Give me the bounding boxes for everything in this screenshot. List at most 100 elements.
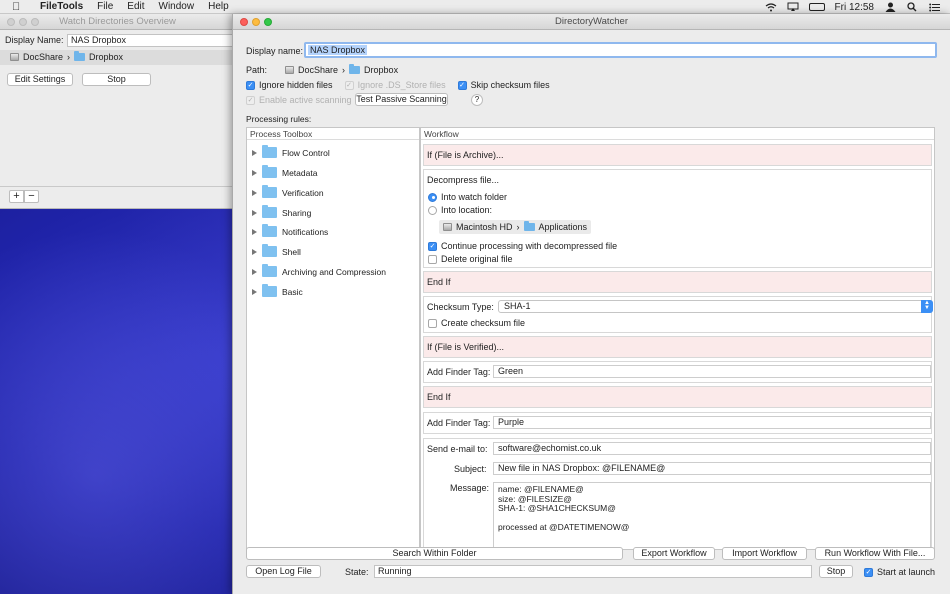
- overview-divider: [0, 186, 236, 187]
- add-finder-tag-label: Add Finder Tag:: [427, 418, 491, 428]
- continue-processing-checkbox[interactable]: ✓: [428, 241, 437, 251]
- workflow-end-if-1[interactable]: End If: [423, 271, 932, 293]
- path-disk[interactable]: DocShare: [298, 65, 338, 75]
- ignore-ds-store-label: Ignore .DS_Store files: [357, 80, 446, 90]
- watcher-zoom-button[interactable]: [264, 17, 272, 26]
- ignore-ds-store-checkbox: ✓: [344, 80, 354, 90]
- workflow-end-if-2[interactable]: End If: [423, 386, 932, 408]
- finder-tag-field-purple[interactable]: Purple: [493, 416, 931, 429]
- disclosure-triangle-icon[interactable]: [252, 189, 257, 196]
- search-within-folder-button[interactable]: Search Within Folder: [246, 547, 623, 560]
- overview-display-name-label: Display Name:: [5, 35, 64, 45]
- folder-icon: [262, 224, 277, 237]
- menu-app-name[interactable]: FileTools: [40, 1, 83, 12]
- disclosure-triangle-icon[interactable]: [252, 209, 257, 216]
- user-icon[interactable]: [884, 2, 896, 12]
- edit-settings-button[interactable]: Edit Settings: [7, 73, 73, 86]
- workflow-add-tag-purple[interactable]: Add Finder Tag: Purple: [423, 412, 932, 434]
- disclosure-triangle-icon[interactable]: [252, 248, 257, 255]
- start-at-launch-checkbox[interactable]: ✓: [864, 567, 873, 577]
- delete-original-checkbox[interactable]: [428, 254, 437, 264]
- toolbox-item-archiving[interactable]: Archiving and Compression: [252, 264, 386, 277]
- overview-minimize-button[interactable]: [19, 17, 27, 26]
- decompress-label: Decompress file...: [427, 175, 500, 185]
- watcher-minimize-button[interactable]: [252, 17, 260, 26]
- finder-tag-field-green[interactable]: Green: [493, 365, 931, 378]
- path-folder[interactable]: Dropbox: [364, 65, 398, 75]
- workflow-send-email[interactable]: Send e-mail to: software@echomist.co.uk …: [423, 438, 932, 549]
- into-location-radio[interactable]: [428, 205, 437, 215]
- watcher-stop-button[interactable]: Stop: [819, 565, 853, 578]
- overview-watch-row[interactable]: DocShare › Dropbox: [0, 50, 236, 65]
- export-workflow-button[interactable]: Export Workflow: [633, 547, 715, 560]
- disclosure-triangle-icon[interactable]: [252, 228, 257, 235]
- wifi-icon[interactable]: [765, 2, 777, 12]
- overview-zoom-button[interactable]: [31, 17, 39, 26]
- checksum-type-select[interactable]: SHA-1 ▲ ▼: [498, 300, 933, 313]
- airplay-icon[interactable]: [787, 2, 799, 12]
- state-label: State:: [345, 567, 369, 577]
- disclosure-triangle-icon[interactable]: [252, 268, 257, 275]
- overview-stop-button[interactable]: Stop: [82, 73, 151, 86]
- disclosure-triangle-icon[interactable]: [252, 288, 257, 295]
- spotlight-search-icon[interactable]: [906, 2, 918, 12]
- location-path[interactable]: Macintosh HD › Applications: [439, 220, 592, 234]
- subject-field[interactable]: New file in NAS Dropbox: @FILENAME@: [493, 462, 931, 475]
- help-button[interactable]: ?: [471, 94, 483, 106]
- toolbox-item-metadata[interactable]: Metadata: [252, 165, 317, 178]
- disclosure-triangle-icon[interactable]: [252, 149, 257, 156]
- toolbox-item-notifications[interactable]: Notifications: [252, 224, 328, 237]
- display-name-input[interactable]: NAS Dropbox: [304, 42, 937, 58]
- email-to-field[interactable]: software@echomist.co.uk: [493, 442, 931, 455]
- disclosure-triangle-icon[interactable]: [252, 169, 257, 176]
- create-checksum-checkbox[interactable]: [428, 318, 437, 328]
- overview-display-name-field[interactable]: NAS Dropbox: [67, 34, 236, 47]
- workflow-decompress[interactable]: Decompress file... Into watch folder Int…: [423, 169, 932, 268]
- folder-icon: [74, 51, 86, 61]
- overview-close-button[interactable]: [7, 17, 15, 26]
- folder-icon: [262, 145, 277, 158]
- into-location-label: Into location:: [441, 205, 493, 215]
- overview-titlebar: Watch Directories Overview: [0, 14, 235, 30]
- menu-window[interactable]: Window: [159, 1, 195, 12]
- import-workflow-button[interactable]: Import Workflow: [722, 547, 807, 560]
- test-passive-scanning-button[interactable]: Test Passive Scanning: [355, 93, 448, 106]
- toolbox-item-flow-control[interactable]: Flow Control: [252, 145, 330, 158]
- ignore-hidden-label: Ignore hidden files: [259, 80, 333, 90]
- hard-disk-icon: [285, 66, 295, 74]
- toolbox-item-label: Basic: [282, 286, 303, 297]
- apple-icon[interactable]: : [12, 1, 26, 13]
- folder-icon: [523, 221, 535, 231]
- remove-watch-button[interactable]: −: [24, 190, 39, 203]
- battery-icon[interactable]: [808, 3, 825, 11]
- processing-rules-label: Processing rules:: [246, 114, 312, 124]
- menubar-clock[interactable]: Fri 12:58: [835, 2, 874, 13]
- add-watch-button[interactable]: +: [9, 190, 24, 203]
- menu-file[interactable]: File: [97, 1, 113, 12]
- watcher-close-button[interactable]: [240, 17, 248, 26]
- workflow-checksum[interactable]: Checksum Type: SHA-1 ▲ ▼ Create checksum …: [423, 296, 933, 333]
- path-separator-icon: ›: [516, 222, 520, 232]
- toolbox-item-basic[interactable]: Basic: [252, 284, 303, 297]
- if-archive-label: If (File is Archive)...: [427, 150, 504, 160]
- skip-checksum-checkbox[interactable]: ✓: [457, 80, 467, 90]
- toolbox-item-sharing[interactable]: Sharing: [252, 205, 311, 218]
- enable-active-checkbox: ✓: [246, 95, 255, 105]
- run-workflow-button[interactable]: Run Workflow With File...: [815, 547, 935, 560]
- message-textarea[interactable]: name: @FILENAME@ size: @FILESIZE@ SHA-1:…: [493, 482, 931, 549]
- menu-help[interactable]: Help: [208, 1, 229, 12]
- folder-icon: [349, 64, 361, 74]
- menu-edit[interactable]: Edit: [127, 1, 144, 12]
- toolbox-item-label: Flow Control: [282, 147, 330, 158]
- ignore-hidden-checkbox[interactable]: ✓: [246, 80, 255, 90]
- toolbox-item-verification[interactable]: Verification: [252, 185, 324, 198]
- workflow-if-verified[interactable]: If (File is Verified)...: [423, 336, 932, 358]
- open-log-file-button[interactable]: Open Log File: [246, 565, 321, 578]
- notification-center-icon[interactable]: [928, 2, 940, 12]
- workflow-if-archive[interactable]: If (File is Archive)...: [423, 144, 932, 166]
- workflow-add-tag-green[interactable]: Add Finder Tag: Green: [423, 361, 932, 383]
- into-watch-folder-radio[interactable]: [428, 192, 437, 202]
- checksum-type-value: SHA-1: [504, 301, 531, 311]
- if-verified-label: If (File is Verified)...: [427, 342, 505, 352]
- toolbox-item-shell[interactable]: Shell: [252, 244, 301, 257]
